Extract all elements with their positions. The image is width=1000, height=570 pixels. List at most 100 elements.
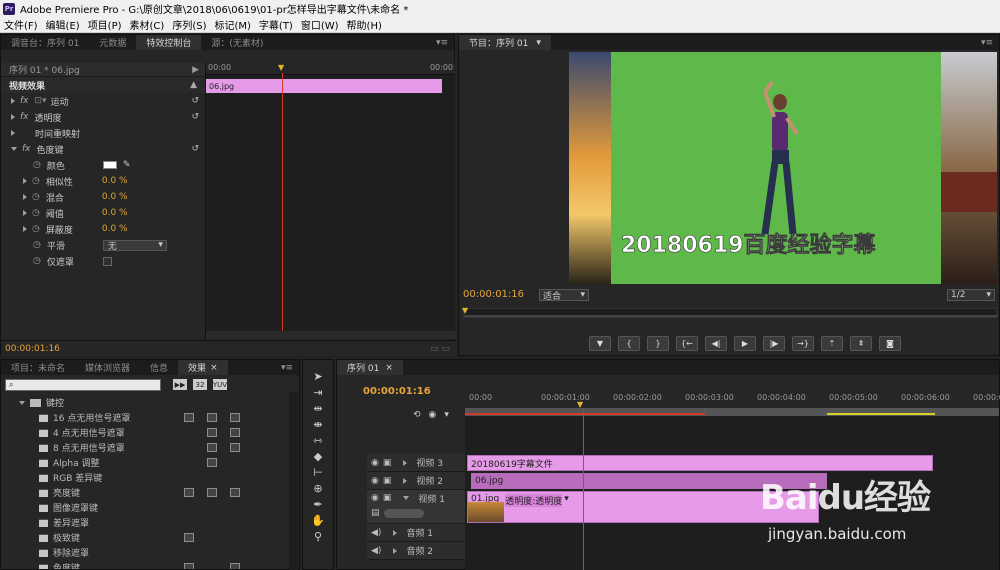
display-style-icon[interactable]: ▤	[371, 508, 380, 518]
stopwatch-icon[interactable]: ◷	[33, 240, 41, 250]
playhead-marker-icon[interactable]: ▼	[462, 306, 468, 315]
effect-item[interactable]: 色度键	[1, 560, 299, 569]
motion-transform-icon[interactable]: ⊡▾	[35, 96, 47, 106]
effect-item[interactable]: 图像遮罩键	[1, 500, 299, 515]
effect-row-chroma-key[interactable]: fx 色度键 ↺	[1, 141, 205, 157]
menu-edit[interactable]: 编辑(E)	[42, 17, 84, 32]
effect-row-time-remap[interactable]: 时间重映射	[1, 125, 205, 141]
collapse-icon[interactable]	[403, 496, 410, 500]
clip-v3-subtitle[interactable]: 20180619字幕文件	[467, 455, 933, 471]
param-value[interactable]: 0.0 %	[102, 176, 128, 186]
razor-tool-icon[interactable]: ◆	[310, 448, 326, 464]
effect-ruler[interactable]: 00:00 00:00 ▼	[206, 63, 455, 75]
track-select-tool-icon[interactable]: ⇥	[310, 384, 326, 400]
panel-menu-icon[interactable]: ▾≡	[436, 38, 448, 48]
yuv-effects-icon[interactable]: YUV	[213, 379, 227, 390]
timeline-empty-area[interactable]	[465, 416, 999, 454]
program-video-frame[interactable]: 20180619百度经验字幕	[569, 52, 997, 284]
eye-icon[interactable]: ◉	[371, 476, 379, 486]
play-only-icon[interactable]: ▶	[192, 65, 199, 75]
reset-icon[interactable]: ↺	[191, 96, 199, 106]
expand-icon[interactable]	[403, 459, 408, 466]
close-icon[interactable]: ×	[210, 363, 218, 373]
effect-item[interactable]: Alpha 调整	[1, 455, 299, 470]
stopwatch-icon[interactable]: ◷	[32, 176, 40, 186]
stopwatch-icon[interactable]: ◷	[33, 160, 41, 170]
expand-icon[interactable]	[393, 547, 398, 554]
timeline-timecode[interactable]: 00:00:01:16	[363, 386, 431, 397]
mark-out-button[interactable]: }	[647, 336, 669, 351]
menu-marker[interactable]: 标记(M)	[210, 17, 254, 32]
speaker-icon[interactable]: ◀)	[371, 528, 381, 538]
rate-stretch-tool-icon[interactable]: ⇿	[310, 432, 326, 448]
zoom-bar[interactable]	[464, 315, 998, 317]
marker-icon[interactable]: ◉	[429, 410, 437, 420]
speaker-icon[interactable]: ◀)	[371, 546, 381, 556]
menu-project[interactable]: 项目(P)	[84, 17, 126, 32]
eye-icon[interactable]: ◉	[371, 458, 379, 468]
effect-clip-bar[interactable]: 06.jpg	[206, 79, 442, 93]
stopwatch-icon[interactable]: ◷	[32, 192, 40, 202]
effects-scrollbar[interactable]	[289, 392, 298, 570]
eye-icon[interactable]: ◉	[371, 493, 379, 503]
menu-file[interactable]: 文件(F)	[0, 17, 42, 32]
panel-menu-icon[interactable]: ▾≡	[981, 38, 993, 48]
tab-media-browser[interactable]: 媒体浏览器	[75, 360, 140, 375]
expand-icon[interactable]	[23, 178, 27, 184]
effect-item[interactable]: 差异遮罩	[1, 515, 299, 530]
effect-item[interactable]: 极致键	[1, 530, 299, 545]
reset-icon[interactable]: ↺	[191, 112, 199, 122]
fx-icon[interactable]: fx	[20, 96, 29, 106]
tab-effect-controls[interactable]: 特效控制台	[136, 35, 202, 50]
effects-search-input[interactable]: ⌕	[5, 379, 161, 391]
lift-button[interactable]: ⇡	[821, 336, 843, 351]
resolution-dropdown[interactable]: 1/2 ▾	[947, 289, 995, 301]
playhead-marker-icon[interactable]: ▼	[278, 63, 284, 72]
program-scrubber[interactable]: ▼	[462, 306, 998, 318]
rolling-edit-tool-icon[interactable]: ⇼	[310, 416, 326, 432]
expand-icon[interactable]	[403, 477, 408, 484]
menu-sequence[interactable]: 序列(S)	[168, 17, 210, 32]
expand-icon[interactable]	[11, 98, 15, 104]
expand-icon[interactable]	[11, 130, 15, 136]
pen-tool-icon[interactable]: ✒	[310, 496, 326, 512]
32bit-effects-icon[interactable]: 32	[193, 379, 207, 390]
param-value[interactable]: 0.0 %	[102, 192, 128, 202]
tab-effects[interactable]: 效果 ×	[178, 360, 228, 375]
slip-tool-icon[interactable]: ⊢	[310, 464, 326, 480]
tab-audio-mixer[interactable]: 调音台：序列 01	[1, 35, 89, 50]
panel-menu-icon[interactable]: ▾≡	[281, 363, 293, 373]
effect-row-motion[interactable]: fx ⊡▾ 运动 ↺	[1, 93, 205, 109]
lock-icon[interactable]: ▣	[383, 493, 392, 503]
footer-timecode[interactable]: 00:00:01:16	[5, 344, 60, 354]
eyedropper-icon[interactable]: ✎	[123, 160, 131, 170]
effect-item[interactable]: 8 点无用信号遮罩	[1, 440, 299, 455]
chevron-down-icon[interactable]: ▾	[564, 494, 569, 504]
lock-icon[interactable]: ▣	[383, 458, 392, 468]
zoom-tool-icon[interactable]: ⚲	[310, 528, 326, 544]
fx-icon[interactable]: fx	[22, 144, 31, 154]
tab-info[interactable]: 信息	[140, 360, 178, 375]
timeline-ruler[interactable]: 00:00 00:00:01:00 00:00:02:00 00:00:03:00 00…	[465, 390, 1000, 416]
close-icon[interactable]: ×	[385, 363, 393, 373]
extract-button[interactable]: ⇞	[850, 336, 872, 351]
play-button[interactable]: ▶	[734, 336, 756, 351]
param-value[interactable]: 0.0 %	[102, 224, 128, 234]
snap-icon[interactable]: ⟲	[413, 410, 421, 420]
expand-icon[interactable]	[393, 529, 398, 536]
expand-icon[interactable]	[23, 194, 27, 200]
stopwatch-icon[interactable]: ◷	[33, 256, 41, 266]
effect-item[interactable]: 4 点无用信号遮罩	[1, 425, 299, 440]
effect-item[interactable]: 16 点无用信号遮罩	[1, 410, 299, 425]
effect-item[interactable]: 移除遮罩	[1, 545, 299, 560]
mask-only-checkbox[interactable]	[102, 256, 112, 266]
tab-program[interactable]: 节目：序列 01 ▾	[459, 35, 551, 50]
scroll-up-icon[interactable]: ▲	[190, 80, 197, 90]
keyframe-navigator[interactable]	[383, 508, 424, 518]
lock-icon[interactable]: ▣	[383, 476, 392, 486]
clip-fx-label[interactable]: 透明度:透明度	[505, 494, 563, 507]
go-to-out-button[interactable]: →}	[792, 336, 814, 351]
selection-tool-icon[interactable]: ➤	[310, 368, 326, 384]
fx-icon[interactable]: fx	[20, 112, 29, 122]
tab-source[interactable]: 源：(无素材)	[201, 35, 273, 50]
